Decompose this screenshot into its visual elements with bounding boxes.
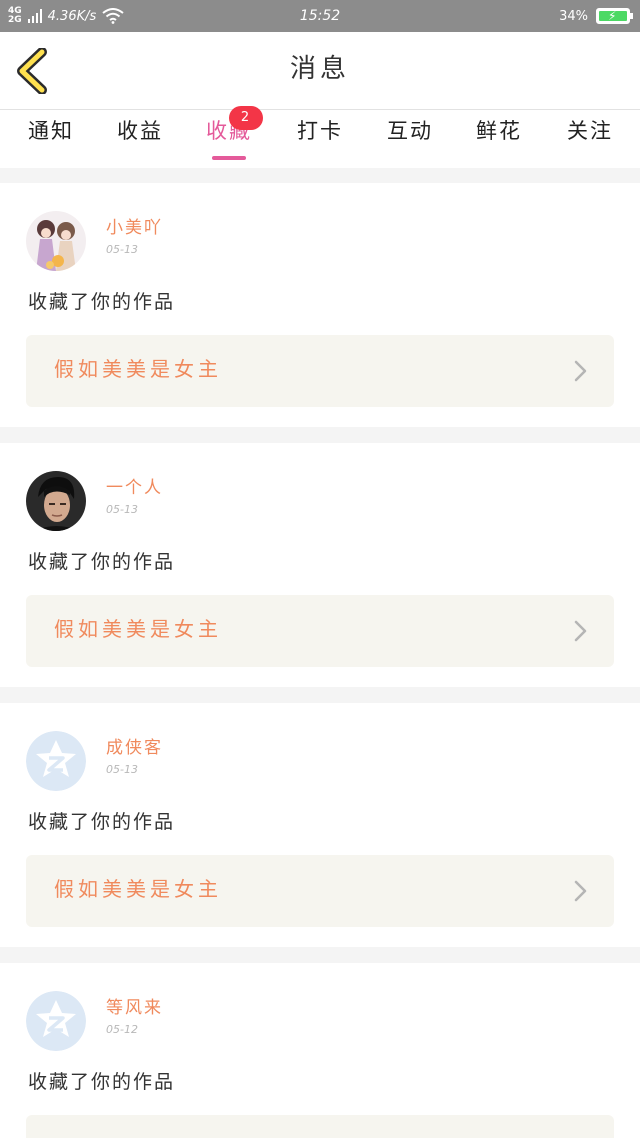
- work-link[interactable]: 假如美美是女主: [26, 855, 614, 927]
- notification-text: 收藏了你的作品: [28, 551, 176, 573]
- user-name[interactable]: 小美吖: [106, 213, 163, 238]
- user-name[interactable]: 成侠客: [106, 733, 163, 758]
- chevron-right-icon: [574, 620, 587, 642]
- unread-badge: 2: [229, 106, 263, 130]
- tab-label: 鲜花: [476, 119, 522, 143]
- tab-flowers[interactable]: 鲜花: [459, 116, 539, 158]
- chevron-right-icon: [574, 360, 587, 382]
- chevron-right-icon: [574, 880, 587, 902]
- work-link[interactable]: 假如美美是女主: [26, 595, 614, 667]
- work-title: 假如美美是女主: [54, 877, 222, 901]
- notification-date: 05-13: [106, 503, 138, 516]
- notification-date: 05-13: [106, 763, 138, 776]
- user-avatar-icon[interactable]: [26, 471, 86, 531]
- notification-text: 收藏了你的作品: [28, 811, 176, 833]
- notification-card: 等风来 05-12 收藏了你的作品: [0, 963, 640, 1138]
- status-right: 34% ⚡: [559, 0, 633, 32]
- active-tab-indicator: [212, 156, 246, 160]
- tab-label: 互动: [387, 119, 433, 143]
- clock: 15:52: [299, 8, 341, 24]
- user-avatar-icon[interactable]: [26, 211, 86, 271]
- tab-label: 收益: [117, 119, 163, 143]
- page-title: 消息: [289, 54, 350, 84]
- tab-notice[interactable]: 通知: [11, 116, 91, 158]
- tab-checkin[interactable]: 打卡: [280, 116, 360, 158]
- notification-date: 05-12: [106, 1023, 138, 1036]
- tab-label: 通知: [28, 119, 74, 143]
- notification-date: 05-13: [106, 243, 138, 256]
- tab-label: 关注: [567, 119, 613, 143]
- tab-interaction[interactable]: 互动: [370, 116, 450, 158]
- work-title: 假如美美是女主: [54, 357, 222, 381]
- user-name[interactable]: 等风来: [106, 993, 163, 1018]
- tab-favorites[interactable]: 收藏 2: [189, 106, 269, 160]
- default-avatar-icon[interactable]: [26, 731, 86, 791]
- tab-earnings[interactable]: 收益: [100, 116, 180, 158]
- battery-icon: ⚡: [596, 8, 633, 24]
- status-bar: 4G 2G 4.36K/s 15:52 34% ⚡: [0, 0, 640, 32]
- notification-text: 收藏了你的作品: [28, 291, 176, 313]
- work-title: 假如美美是女主: [54, 617, 222, 641]
- tab-bar: 通知 收益 收藏 2 打卡 互动 鲜花 关注: [0, 106, 640, 168]
- app-header: 消息: [0, 32, 640, 110]
- work-link[interactable]: [26, 1115, 614, 1138]
- default-avatar-icon[interactable]: [26, 991, 86, 1051]
- tab-label: 打卡: [297, 119, 343, 143]
- work-link[interactable]: 假如美美是女主: [26, 335, 614, 407]
- battery-percent: 34%: [559, 8, 588, 24]
- notification-card: 成侠客 05-13 收藏了你的作品 假如美美是女主: [0, 703, 640, 947]
- notification-card: 小美吖 05-13 收藏了你的作品 假如美美是女主: [0, 183, 640, 427]
- tab-follow[interactable]: 关注: [550, 116, 630, 158]
- notification-text: 收藏了你的作品: [28, 1071, 176, 1093]
- user-name[interactable]: 一个人: [106, 473, 163, 498]
- notification-card: 一个人 05-13 收藏了你的作品 假如美美是女主: [0, 443, 640, 687]
